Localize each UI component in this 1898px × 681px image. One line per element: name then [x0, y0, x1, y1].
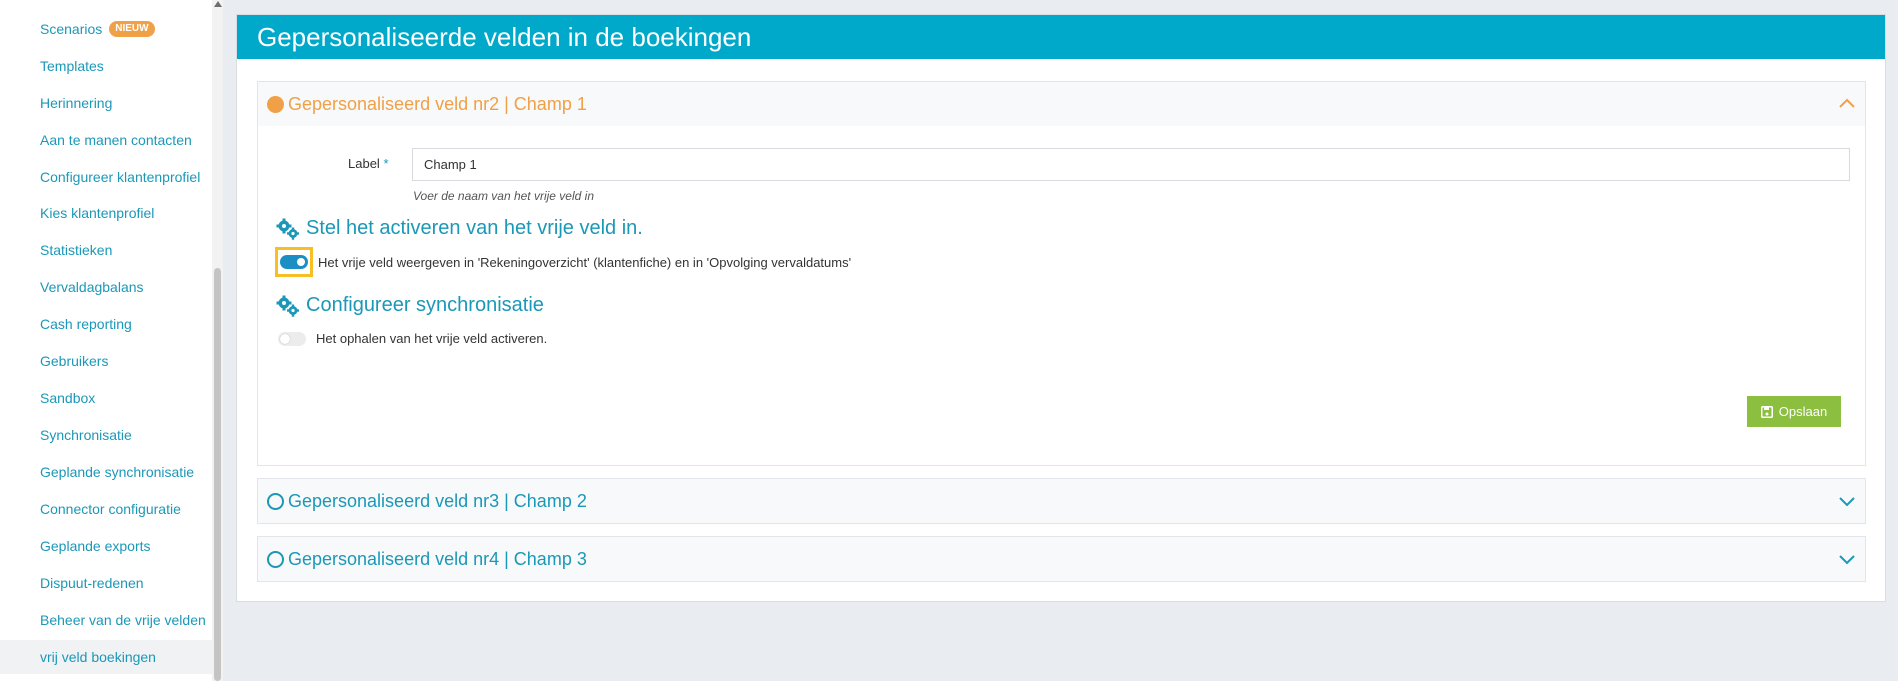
sidebar-item-synchronisatie[interactable]: Synchronisatie	[0, 418, 212, 452]
chevron-down-icon[interactable]	[1837, 491, 1857, 511]
sidebar-item-label: Herinnering	[40, 95, 113, 111]
sidebar-item-vrij-veld-boekingen[interactable]: vrij veld boekingen	[0, 640, 212, 674]
sidebar-item-dispuut-redenen[interactable]: Dispuut-redenen	[0, 566, 212, 600]
page-title: Gepersonaliseerde velden in de boekingen	[257, 21, 752, 52]
sidebar-item-label: Geplande exports	[40, 538, 151, 554]
accordion-title: Gepersonaliseerd veld nr3 | Champ 2	[288, 490, 587, 511]
sidebar-item-label: Aan te manen contacten	[40, 132, 192, 148]
section-heading-text: Stel het activeren van het vrije veld in…	[306, 217, 643, 239]
scrollbar-thumb[interactable]	[214, 268, 221, 681]
status-dot-icon	[267, 95, 284, 113]
accordion-title: Gepersonaliseerd veld nr2 | Champ 1	[288, 93, 587, 114]
display-toggle-switch[interactable]	[280, 255, 308, 269]
sidebar-item-label: Connector configuratie	[40, 501, 181, 517]
custom-fields-panel: Gepersonaliseerde velden in de boekingen…	[236, 14, 1886, 602]
status-circle-icon	[267, 550, 284, 568]
sidebar-item-connector-configuratie[interactable]: Connector configuratie	[0, 492, 212, 526]
label-field-label: Label *	[348, 156, 389, 171]
sidebar-item-sandbox[interactable]: Sandbox	[0, 381, 212, 415]
required-mark: *	[383, 156, 389, 171]
sidebar-item-label: Templates	[40, 58, 104, 74]
display-toggle-label: Het vrije veld weergeven in 'Rekeningove…	[318, 254, 852, 270]
fetch-toggle-row: Het ophalen van het vrije veld activeren…	[276, 331, 547, 346]
sidebar-item-herinnering[interactable]: Herinnering	[0, 86, 212, 120]
sidebar-item-aan-te-manen-contacten[interactable]: Aan te manen contacten	[0, 123, 212, 157]
sidebar-item-beheer-vrije-velden[interactable]: Beheer van de vrije velden	[0, 603, 212, 637]
label-help-text: Voer de naam van het vrije veld in	[413, 189, 594, 203]
sidebar-scrollbar[interactable]	[212, 0, 223, 681]
sidebar-item-label: Vervaldagbalans	[40, 279, 144, 295]
sidebar-item-vervaldagbalans[interactable]: Vervaldagbalans	[0, 270, 212, 304]
sidebar-item-label: Gebruikers	[40, 353, 109, 369]
sidebar-item-gebruikers[interactable]: Gebruikers	[0, 344, 212, 378]
display-toggle-row: Het vrije veld weergeven in 'Rekeningove…	[275, 247, 852, 277]
status-circle-icon	[267, 492, 284, 510]
sync-section-heading: Configureer synchronisatie	[276, 294, 544, 317]
gears-icon	[276, 218, 299, 240]
chevron-up-icon[interactable]	[1837, 94, 1857, 114]
accordion-header-field-nr2[interactable]: Gepersonaliseerd veld nr2 | Champ 1	[258, 82, 1865, 126]
sidebar: Scenarios NIEUW Templates Herinnering Aa…	[0, 0, 212, 681]
chevron-down-icon[interactable]	[1837, 549, 1857, 569]
sidebar-item-label: Beheer van de vrije velden	[40, 612, 206, 628]
accordion-title: Gepersonaliseerd veld nr4 | Champ 3	[288, 548, 587, 569]
sidebar-item-label: Statistieken	[40, 242, 113, 258]
accordion-header-field-nr4[interactable]: Gepersonaliseerd veld nr4 | Champ 3	[258, 537, 1865, 581]
save-button[interactable]: Opslaan	[1747, 396, 1841, 427]
sidebar-item-cash-reporting[interactable]: Cash reporting	[0, 307, 212, 341]
sidebar-item-label: Kies klantenprofiel	[40, 205, 155, 221]
new-badge: NIEUW	[109, 21, 155, 37]
accordion-field-nr3: Gepersonaliseerd veld nr3 | Champ 2	[257, 478, 1866, 524]
sidebar-item-label: vrij veld boekingen	[40, 649, 156, 665]
sidebar-item-label: Configureer klantenprofiel	[40, 169, 201, 185]
sidebar-item-scenarios[interactable]: Scenarios NIEUW	[0, 12, 212, 46]
fetch-toggle-switch[interactable]	[278, 331, 306, 346]
save-button-label: Opslaan	[1778, 404, 1828, 419]
panel-header: Gepersonaliseerde velden in de boekingen	[237, 15, 1885, 59]
sidebar-item-label: Cash reporting	[40, 316, 132, 332]
sidebar-item-geplande-synchronisatie[interactable]: Geplande synchronisatie	[0, 455, 212, 489]
fetch-toggle-label: Het ophalen van het vrije veld activeren…	[316, 331, 548, 346]
sidebar-item-statistieken[interactable]: Statistieken	[0, 233, 212, 267]
sidebar-item-label: Sandbox	[40, 390, 96, 406]
accordion-field-nr2: Gepersonaliseerd veld nr2 | Champ 1 Labe…	[257, 81, 1866, 466]
section-heading-text: Configureer synchronisatie	[306, 294, 544, 316]
gears-icon	[276, 295, 299, 317]
accordion-header-field-nr3[interactable]: Gepersonaliseerd veld nr3 | Champ 2	[258, 479, 1865, 523]
toggle-highlight-box	[275, 247, 313, 277]
sidebar-item-configureer-klantenprofiel[interactable]: Configureer klantenprofiel	[0, 160, 212, 194]
label-input[interactable]	[412, 148, 1850, 181]
label-field-label-text: Label	[348, 156, 380, 171]
sidebar-item-label: Scenarios	[40, 21, 103, 37]
sidebar-item-geplande-exports[interactable]: Geplande exports	[0, 529, 212, 563]
sidebar-item-kies-klantenprofiel[interactable]: Kies klantenprofiel	[0, 196, 212, 230]
accordion-field-nr4: Gepersonaliseerd veld nr4 | Champ 3	[257, 536, 1866, 582]
sidebar-item-label: Dispuut-redenen	[40, 575, 144, 591]
sidebar-item-label: Geplande synchronisatie	[40, 464, 195, 480]
sidebar-item-templates[interactable]: Templates	[0, 49, 212, 83]
scroll-up-arrow-icon[interactable]	[213, 1, 222, 7]
floppy-icon	[1760, 405, 1773, 418]
sidebar-item-label: Synchronisatie	[40, 427, 132, 443]
activation-section-heading: Stel het activeren van het vrije veld in…	[276, 217, 643, 240]
